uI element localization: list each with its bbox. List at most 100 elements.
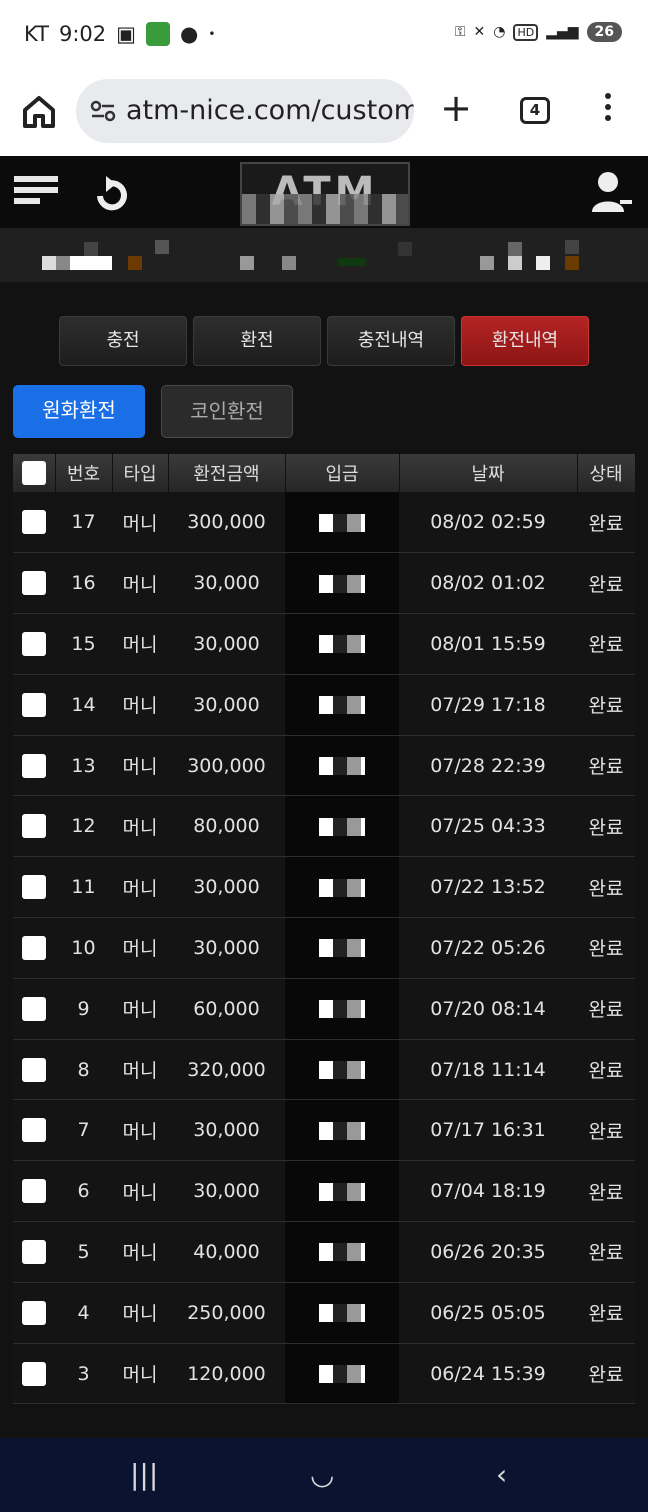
row-checkbox-cell[interactable] — [13, 1282, 55, 1344]
home-icon[interactable] — [18, 90, 60, 132]
table-row[interactable]: 11 머니 30,000 07/22 13:52 완료 — [13, 856, 635, 919]
row-status: 완료 — [577, 552, 635, 615]
tab-coin-exchange[interactable]: 코인환전 — [161, 385, 293, 438]
row-amount: 320,000 — [168, 1039, 285, 1101]
row-type: 머니 — [112, 735, 168, 797]
row-checkbox-cell[interactable] — [13, 856, 55, 919]
row-number: 10 — [55, 917, 112, 979]
tab-exchange[interactable]: 환전 — [193, 316, 321, 366]
sub-tabs: 원화환전 코인환전 — [13, 385, 293, 438]
row-checkbox-cell[interactable] — [13, 978, 55, 1040]
row-checkbox[interactable] — [22, 996, 46, 1021]
row-deposit-redacted — [285, 1039, 399, 1101]
row-checkbox[interactable] — [22, 1179, 46, 1204]
row-checkbox[interactable] — [22, 571, 46, 596]
row-checkbox-cell[interactable] — [13, 1160, 55, 1223]
row-checkbox-cell[interactable] — [13, 613, 55, 675]
more-menu-button[interactable] — [598, 88, 618, 134]
row-amount: 300,000 — [168, 492, 285, 554]
table-row[interactable]: 10 머니 30,000 07/22 05:26 완료 — [13, 917, 635, 979]
table-row[interactable]: 17 머니 300,000 08/02 02:59 완료 — [13, 492, 635, 554]
row-checkbox[interactable] — [22, 1239, 46, 1264]
row-checkbox[interactable] — [22, 510, 46, 535]
header-date: 날짜 — [399, 454, 578, 492]
back-icon[interactable]: ‹ — [496, 1458, 507, 1491]
row-checkbox-cell[interactable] — [13, 917, 55, 979]
row-checkbox-cell[interactable] — [13, 735, 55, 797]
row-checkbox[interactable] — [22, 631, 46, 656]
row-checkbox[interactable] — [22, 1300, 46, 1325]
site-logo[interactable]: ATM — [240, 162, 410, 226]
header-status: 상태 — [577, 454, 636, 492]
logo-mosaic — [242, 194, 408, 224]
row-status: 완료 — [577, 1039, 635, 1101]
row-checkbox-cell[interactable] — [13, 1039, 55, 1101]
refresh-icon[interactable] — [96, 176, 128, 212]
table-row[interactable]: 7 머니 30,000 07/17 16:31 완료 — [13, 1099, 635, 1162]
tab-won-exchange[interactable]: 원화환전 — [13, 385, 145, 438]
row-date: 07/04 18:19 — [399, 1160, 577, 1223]
address-bar[interactable]: atm-nice.com/custom — [76, 79, 414, 143]
row-checkbox[interactable] — [22, 814, 46, 839]
select-all-checkbox[interactable] — [21, 461, 46, 485]
row-checkbox[interactable] — [22, 753, 46, 778]
table-row[interactable]: 5 머니 40,000 06/26 20:35 완료 — [13, 1221, 635, 1283]
redacted-mosaic — [319, 939, 365, 958]
table-row[interactable]: 14 머니 30,000 07/29 17:18 완료 — [13, 674, 635, 736]
hamburger-menu-icon[interactable] — [14, 176, 58, 210]
row-checkbox-cell[interactable] — [13, 1099, 55, 1162]
home-gesture-icon[interactable]: ◡ — [310, 1458, 334, 1491]
row-date: 07/22 13:52 — [399, 856, 577, 919]
redacted-mosaic — [319, 1000, 365, 1019]
row-checkbox[interactable] — [22, 1361, 46, 1386]
table-row[interactable]: 12 머니 80,000 07/25 04:33 완료 — [13, 795, 635, 858]
row-checkbox-cell[interactable] — [13, 552, 55, 615]
row-checkbox-cell[interactable] — [13, 492, 55, 554]
tab-charge-history[interactable]: 충전내역 — [327, 316, 455, 366]
row-amount: 120,000 — [168, 1343, 285, 1405]
row-checkbox[interactable] — [22, 935, 46, 960]
battery-icon: 26 — [586, 22, 622, 42]
row-checkbox-cell[interactable] — [13, 674, 55, 736]
row-checkbox[interactable] — [22, 875, 46, 900]
tab-exchange-history[interactable]: 환전내역 — [461, 316, 589, 366]
table-row[interactable]: 6 머니 30,000 07/04 18:19 완료 — [13, 1160, 635, 1223]
new-tab-button[interactable]: + — [436, 88, 476, 132]
row-status: 완료 — [577, 1221, 635, 1283]
redacted-mosaic — [319, 817, 365, 836]
row-type: 머니 — [112, 492, 168, 554]
row-checkbox[interactable] — [22, 1118, 46, 1143]
row-checkbox-cell[interactable] — [13, 1221, 55, 1283]
row-checkbox-cell[interactable] — [13, 1343, 55, 1405]
table-row[interactable]: 15 머니 30,000 08/01 15:59 완료 — [13, 613, 635, 675]
row-date: 07/18 11:14 — [399, 1039, 577, 1101]
row-checkbox[interactable] — [22, 1057, 46, 1082]
row-deposit-redacted — [285, 735, 399, 797]
screenshot-icon: ▣ — [116, 22, 136, 46]
row-date: 06/26 20:35 — [399, 1221, 577, 1283]
table-row[interactable]: 16 머니 30,000 08/02 01:02 완료 — [13, 552, 635, 615]
row-number: 14 — [55, 674, 112, 736]
table-row[interactable]: 8 머니 320,000 07/18 11:14 완료 — [13, 1039, 635, 1101]
row-date: 07/20 08:14 — [399, 978, 577, 1040]
row-deposit-redacted — [285, 613, 399, 675]
recent-apps-icon[interactable]: ||| — [130, 1458, 158, 1491]
url-text[interactable]: atm-nice.com/custom — [126, 95, 414, 126]
table-row[interactable]: 9 머니 60,000 07/20 08:14 완료 — [13, 978, 635, 1040]
table-row[interactable]: 4 머니 250,000 06/25 05:05 완료 — [13, 1282, 635, 1344]
row-amount: 30,000 — [168, 674, 285, 736]
row-checkbox[interactable] — [22, 692, 46, 717]
mosaic-block — [70, 256, 112, 270]
table-row[interactable]: 3 머니 120,000 06/24 15:39 완료 — [13, 1343, 635, 1405]
header-select-all[interactable] — [13, 454, 56, 492]
user-icon[interactable] — [590, 170, 634, 214]
carrier-label: KT — [24, 22, 49, 46]
row-date: 07/29 17:18 — [399, 674, 577, 736]
row-checkbox-cell[interactable] — [13, 795, 55, 858]
redacted-mosaic — [319, 1121, 365, 1140]
tab-charge[interactable]: 충전 — [59, 316, 187, 366]
site-settings-icon[interactable] — [90, 100, 116, 122]
row-deposit-redacted — [285, 1160, 399, 1223]
table-row[interactable]: 13 머니 300,000 07/28 22:39 완료 — [13, 735, 635, 797]
tab-switcher-button[interactable]: 4 — [520, 97, 550, 124]
